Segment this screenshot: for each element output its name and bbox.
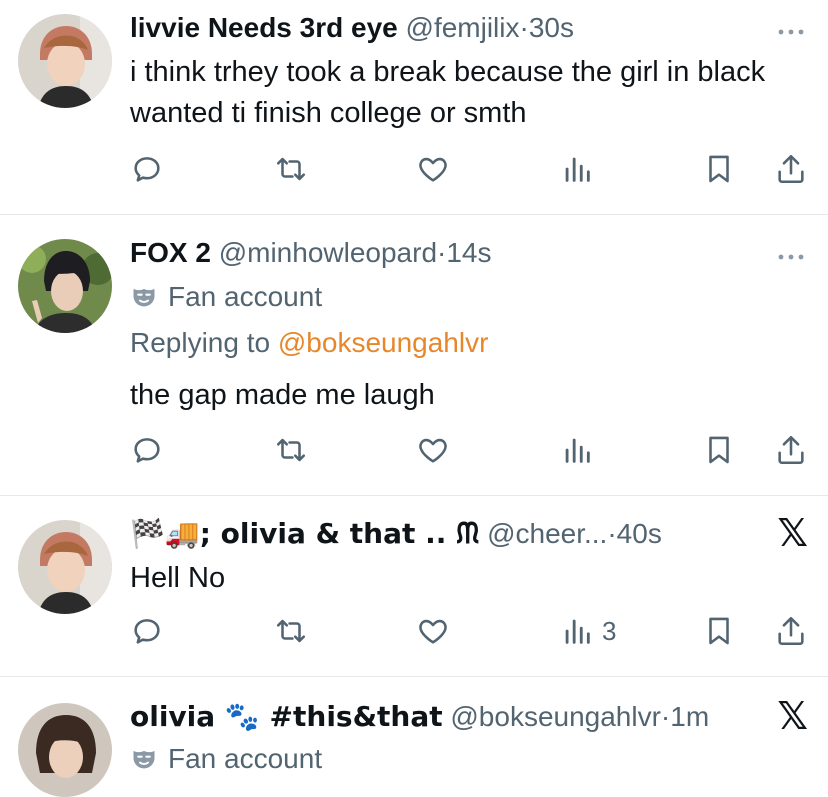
display-name[interactable]: FOX 2 [130,237,211,268]
tweet-text: the gap made me laugh [130,379,435,411]
timestamp[interactable]: 30s [529,12,574,43]
replying-prefix: Replying to [130,327,271,358]
reply-icon [130,152,164,186]
views-button[interactable] [560,152,602,186]
tweet-2[interactable]: FOX 2 @minhowleopard·14s Fan account Rep… [0,215,828,495]
tweet-text: Hell No [130,562,226,594]
bookmark-button[interactable] [702,614,736,648]
retweet-icon [274,433,308,467]
views-icon [560,152,594,186]
more-icon[interactable] [776,247,806,267]
reply-button[interactable] [130,152,164,186]
share-icon [774,433,808,467]
separator: · [660,701,671,732]
fan-account-text: Fan account [168,743,323,774]
views-icon [560,433,594,467]
share-button[interactable] [774,433,808,467]
views-button[interactable]: 3 [560,614,616,648]
action-bar [0,433,828,473]
fan-account-label: Fan account [130,741,322,777]
tweet-1[interactable]: livvie Needs 3rd eye @femjilix·30s i thi… [0,0,828,214]
timestamp[interactable]: 40s [617,518,662,549]
separator: · [607,518,617,549]
avatar[interactable] [18,703,112,797]
like-icon [416,152,450,186]
handle[interactable]: @bokseungahlvr [450,701,661,732]
reply-icon [130,614,164,648]
like-icon [416,614,450,648]
bookmark-icon [702,152,736,186]
like-icon [416,433,450,467]
views-button[interactable] [560,433,602,467]
bookmark-icon [702,433,736,467]
retweet-icon [274,614,308,648]
retweet-button[interactable] [274,433,308,467]
avatar[interactable] [18,520,112,614]
handle[interactable]: @cheer... [487,518,607,549]
reply-button[interactable] [130,614,164,648]
action-bar [0,152,828,192]
replying-to: Replying to @bokseungahlvr [130,325,488,361]
retweet-button[interactable] [274,614,308,648]
x-logo-icon[interactable]: 𝕏 [777,514,808,554]
separator: · [519,12,529,43]
x-logo-icon[interactable]: 𝕏 [777,697,808,737]
like-button[interactable] [416,152,450,186]
display-name[interactable]: olivia 🐾 #this&that [130,700,443,733]
bookmark-button[interactable] [702,433,736,467]
bookmark-icon [702,614,736,648]
handle[interactable]: @minhowleopard [219,237,437,268]
tweet-header: livvie Needs 3rd eye @femjilix·30s [130,10,768,46]
retweet-button[interactable] [274,152,308,186]
fan-account-label: Fan account [130,279,322,315]
reply-button[interactable] [130,433,164,467]
like-button[interactable] [416,614,450,648]
share-button[interactable] [774,152,808,186]
tweet-header: FOX 2 @minhowleopard·14s [130,235,768,271]
action-bar: 3 [0,614,828,654]
share-button[interactable] [774,614,808,648]
tweet-3[interactable]: 🏁🚚; olivia & that .. ᙏ @cheer...·40s 𝕏 H… [0,496,828,676]
tweet-header: 🏁🚚; olivia & that .. ᙏ @cheer...·40s [130,516,768,552]
share-icon [774,152,808,186]
views-count: 3 [602,615,617,646]
tweet-header: olivia 🐾 #this&that @bokseungahlvr·1m [130,699,768,735]
display-name[interactable]: livvie Needs 3rd eye [130,12,398,43]
timestamp[interactable]: 14s [446,237,491,268]
mask-icon [130,745,158,773]
avatar[interactable] [18,14,112,108]
share-icon [774,614,808,648]
display-name[interactable]: 🏁🚚; olivia & that .. ᙏ [130,517,479,550]
more-icon[interactable] [776,22,806,42]
like-button[interactable] [416,433,450,467]
mask-icon [130,283,158,311]
timestamp[interactable]: 1m [670,701,709,732]
replying-mention[interactable]: @bokseungahlvr [278,327,489,358]
handle[interactable]: @femjilix [406,12,520,43]
fan-account-text: Fan account [168,281,323,312]
tweet-4[interactable]: olivia 🐾 #this&that @bokseungahlvr·1m 𝕏 … [0,677,828,797]
separator: · [437,237,447,268]
views-icon [560,614,594,648]
bookmark-button[interactable] [702,152,736,186]
reply-icon [130,433,164,467]
avatar[interactable] [18,239,112,333]
tweet-text: i think trhey took a break because the g… [130,56,766,129]
retweet-icon [274,152,308,186]
